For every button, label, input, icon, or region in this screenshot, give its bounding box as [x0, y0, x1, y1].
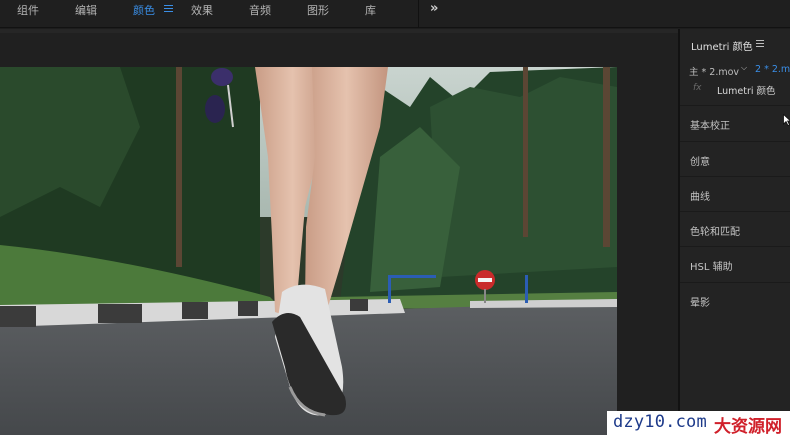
workspace-tab-color[interactable]: 颜色: [133, 0, 155, 22]
watermark-brand: 大资源网: [714, 417, 782, 435]
video-frame[interactable]: [0, 67, 617, 435]
video-frame-image: [0, 67, 617, 435]
section-hsl-secondary[interactable]: HSL 辅助: [680, 246, 790, 282]
monitor-header: [0, 29, 678, 33]
mouse-cursor-icon: [783, 114, 790, 126]
lumetri-panel-title[interactable]: Lumetri 颜色: [691, 38, 753, 53]
clip-selector-row: 主 * 2.mov ⌵ 2 * 2.mov: [680, 60, 790, 80]
watermark-domain: dzy10.com: [613, 412, 707, 432]
effect-name: Lumetri 颜色: [717, 86, 776, 97]
workspace-tab-effects[interactable]: 效果: [191, 0, 213, 22]
fx-icon[interactable]: fx: [693, 83, 702, 93]
workspace-menu-icon[interactable]: [164, 5, 173, 14]
section-curves[interactable]: 曲线: [680, 176, 790, 212]
watermark: dzy10.com 大资源网: [607, 411, 790, 435]
master-clip-label[interactable]: 主 * 2.mov: [689, 64, 739, 78]
workspace-tab-audio[interactable]: 音频: [249, 0, 271, 22]
lumetri-color-panel: Lumetri 颜色 主 * 2.mov ⌵ 2 * 2.mov fx Lume…: [680, 29, 790, 435]
section-vignette[interactable]: 晕影: [680, 282, 790, 318]
workspace-bar: 组件 编辑 颜色 效果 音频 图形 库 »: [0, 0, 790, 28]
section-color-wheels[interactable]: 色轮和匹配: [680, 211, 790, 247]
section-label: 创意: [690, 157, 710, 168]
workspace-tab-libraries[interactable]: 库: [365, 0, 376, 22]
workspace-tab-editing[interactable]: 编辑: [75, 0, 97, 22]
program-monitor: [0, 29, 678, 435]
workspace-divider: [418, 0, 419, 28]
section-creative[interactable]: 创意: [680, 141, 790, 177]
workspace-overflow-icon[interactable]: »: [430, 1, 438, 16]
panel-menu-icon[interactable]: [756, 40, 764, 48]
section-label: 基本校正: [690, 121, 730, 132]
section-label: 晕影: [690, 298, 710, 309]
section-label: HSL 辅助: [690, 262, 733, 273]
sequence-clip-label[interactable]: 2 * 2.mov: [755, 64, 790, 75]
effect-row: fx Lumetri 颜色: [680, 80, 790, 98]
section-label: 色轮和匹配: [690, 227, 740, 238]
workspace-tab-graphics[interactable]: 图形: [307, 0, 329, 22]
section-label: 曲线: [690, 192, 710, 203]
chevron-down-icon[interactable]: ⌵: [741, 63, 747, 73]
section-basic-correction[interactable]: 基本校正: [680, 105, 790, 141]
workspace-tab-assembly[interactable]: 组件: [17, 0, 39, 22]
